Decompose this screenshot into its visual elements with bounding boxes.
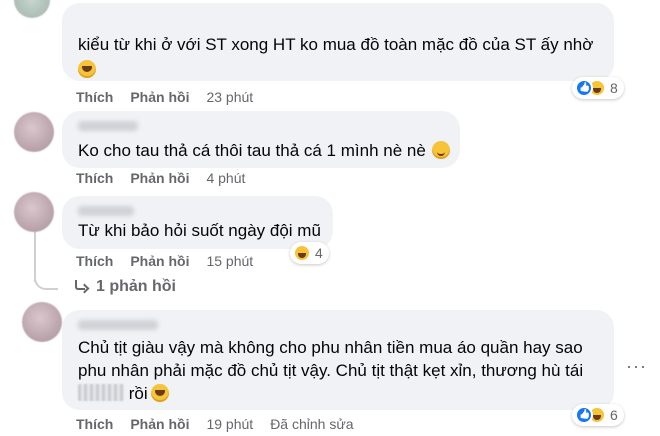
author-name-redacted[interactable] [78,320,158,330]
view-replies-link[interactable]: 1 phản hồi [74,278,176,296]
reaction-count: 4 [315,245,323,261]
reply-arrow-icon [74,280,88,294]
comment-actions: Thích Phản hồi 15 phút [76,253,253,269]
comment-actions: Thích Phản hồi 4 phút [76,170,245,186]
reply-button[interactable]: Phản hồi [130,416,189,432]
edited-label[interactable]: Đã chỉnh sửa [270,416,353,432]
comment-text: Ko cho tau thả cá thôi tau thả cá 1 mình… [78,138,450,164]
comment-text-content: Ko cho tau thả cá thôi tau thả cá 1 mình… [78,141,426,160]
like-button[interactable]: Thích [76,89,113,105]
thread-elbow [34,274,58,290]
avatar[interactable] [14,192,54,232]
reply-button[interactable]: Phản hồi [130,170,189,186]
like-button[interactable]: Thích [76,253,113,269]
reaction-count: 8 [610,80,618,96]
comment-actions: Thích Phản hồi 19 phút Đã chỉnh sửa [76,416,354,432]
like-button[interactable]: Thích [76,170,113,186]
comment-text-content: rồi [128,384,148,403]
timestamp[interactable]: 15 phút [206,253,253,269]
like-reaction-icon [575,406,593,424]
comment-text: kiểu từ khi ở với ST xong HT ko mua đồ t… [78,35,594,54]
avatar[interactable] [14,112,54,152]
comment-text-line: rồi [78,381,169,407]
avatar[interactable] [22,302,62,342]
haha-emoji [78,60,96,78]
more-options-button[interactable]: ··· [626,356,647,377]
reaction-count: 6 [610,407,618,423]
comment-bubble: kiểu từ khi ở với ST xong HT ko mua đồ t… [62,3,614,81]
reply-button[interactable]: Phản hồi [130,253,189,269]
haha-reaction-icon [293,244,311,262]
smile-emoji [431,141,450,159]
timestamp[interactable]: 23 phút [206,89,253,105]
like-reaction-icon [575,79,593,97]
comment-text: Từ khi bảo hỏi suốt ngày đội mũ [78,221,321,240]
comment-bubble: Từ khi bảo hỏi suốt ngày đội mũ [62,196,333,249]
replies-count-label: 1 phản hồi [96,278,176,295]
author-name-redacted[interactable] [78,206,134,216]
author-name-redacted[interactable] [78,121,138,131]
redacted-text [78,384,124,401]
reaction-summary[interactable]: 8 [572,77,624,99]
timestamp[interactable]: 19 phút [206,416,253,432]
comment-bubble: Chủ tịt giàu vậy mà không cho phu nhân t… [62,310,614,410]
comment-actions: Thích Phản hồi 23 phút [76,89,253,105]
timestamp[interactable]: 4 phút [206,170,245,186]
reaction-summary[interactable]: 4 [290,242,329,264]
rofl-emoji [150,384,169,402]
reply-button[interactable]: Phản hồi [130,89,189,105]
reaction-summary[interactable]: 6 [572,404,624,426]
comment-bubble: Ko cho tau thả cá thôi tau thả cá 1 mình… [62,111,460,168]
avatar[interactable] [14,0,50,18]
like-button[interactable]: Thích [76,416,113,432]
